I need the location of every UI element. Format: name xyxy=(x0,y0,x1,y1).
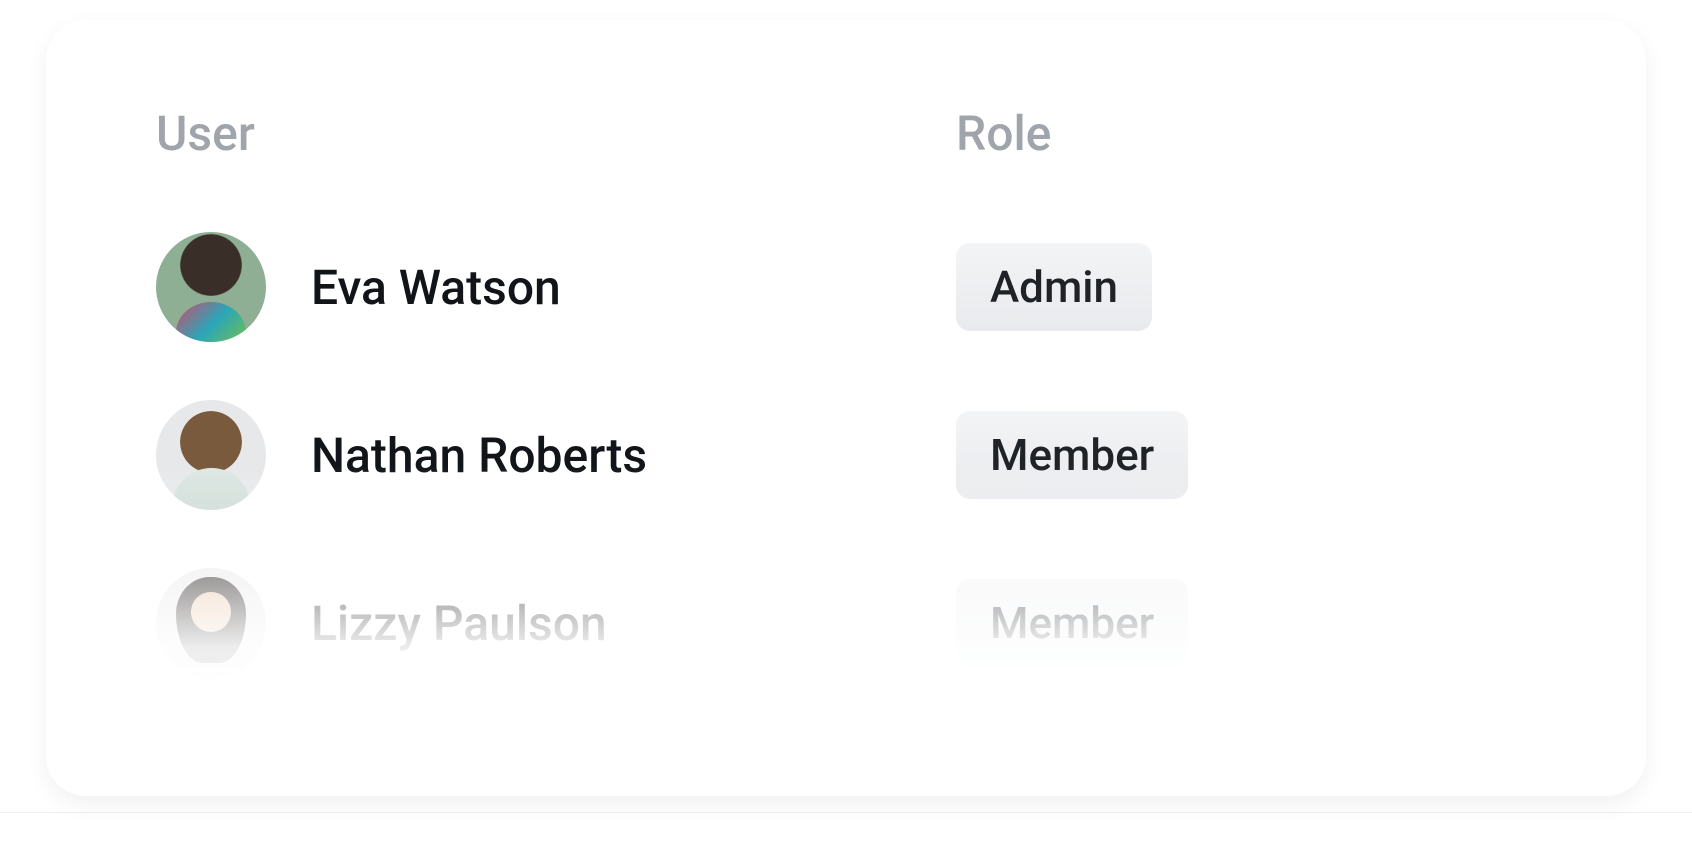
table-row: Lizzy Paulson Member xyxy=(156,568,1536,678)
role-cell: Admin xyxy=(956,243,1152,331)
user-name: Eva Watson xyxy=(311,259,561,316)
user-cell: Nathan Roberts xyxy=(156,400,956,510)
role-badge[interactable]: Member xyxy=(956,579,1188,667)
user-name: Lizzy Paulson xyxy=(311,595,607,652)
user-name: Nathan Roberts xyxy=(311,427,647,484)
table-header-row: User Role xyxy=(156,105,1536,162)
avatar xyxy=(156,400,266,510)
avatar xyxy=(156,232,266,342)
table-row: Nathan Roberts Member xyxy=(156,400,1536,510)
column-header-role: Role xyxy=(956,105,1051,162)
role-badge[interactable]: Member xyxy=(956,411,1188,499)
role-badge[interactable]: Admin xyxy=(956,243,1152,331)
table-row: Eva Watson Admin xyxy=(156,232,1536,342)
user-role-card: User Role Eva Watson Admin Nathan Robert… xyxy=(46,20,1646,796)
user-cell: Lizzy Paulson xyxy=(156,568,956,678)
avatar xyxy=(156,568,266,678)
user-cell: Eva Watson xyxy=(156,232,956,342)
baseline-divider xyxy=(0,812,1692,813)
column-header-user: User xyxy=(156,105,956,162)
role-cell: Member xyxy=(956,411,1188,499)
role-cell: Member xyxy=(956,579,1188,667)
